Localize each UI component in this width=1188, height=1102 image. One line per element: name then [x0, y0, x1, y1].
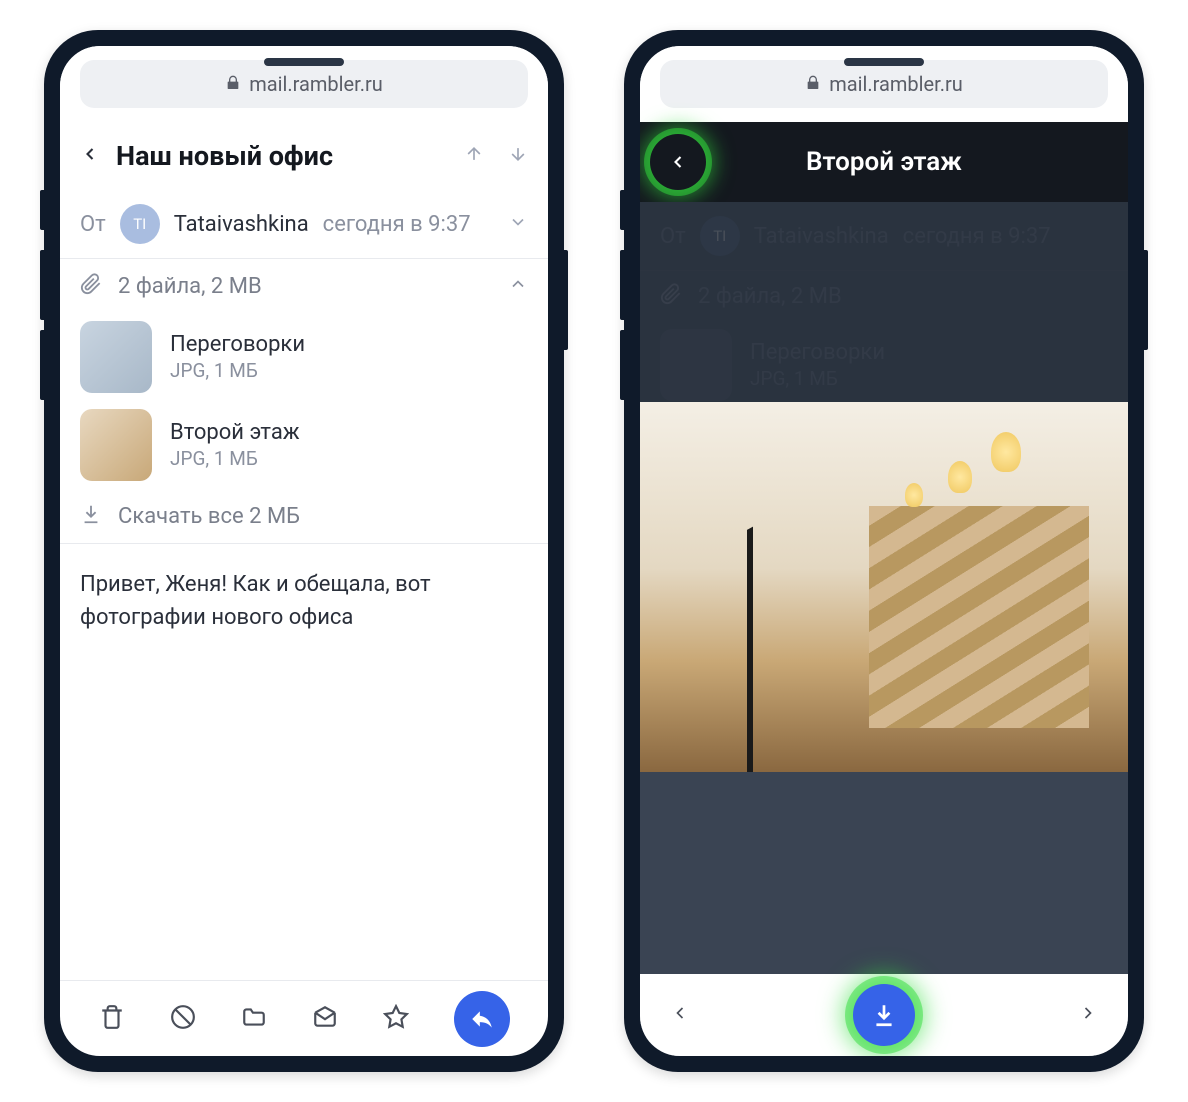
bottom-toolbar — [60, 980, 548, 1056]
reply-button[interactable] — [454, 991, 510, 1047]
url-text: mail.rambler.ru — [829, 72, 963, 96]
lock-icon — [805, 72, 821, 96]
viewer-title: Второй этаж — [806, 147, 962, 177]
lock-icon — [225, 72, 241, 96]
paperclip-icon — [80, 273, 102, 299]
viewed-image[interactable] — [640, 402, 1128, 772]
viewer-header: Второй этаж — [640, 122, 1128, 202]
url-pill: mail.rambler.ru — [660, 60, 1108, 108]
expand-sender-icon[interactable] — [508, 212, 528, 236]
download-all-label: Скачать все 2 МБ — [118, 504, 300, 529]
screen-email: mail.rambler.ru Наш новый офис От TI Tat… — [60, 46, 548, 1056]
back-button[interactable] — [80, 144, 100, 168]
attachments-summary: 2 файла, 2 MB — [118, 274, 492, 299]
star-button[interactable] — [383, 1004, 409, 1034]
attachment-meta: JPG, 1 МБ — [170, 359, 305, 382]
browser-url-bar[interactable]: mail.rambler.ru — [640, 46, 1128, 122]
sender-row[interactable]: От TI Tataivashkina сегодня в 9:37 — [60, 190, 548, 259]
prev-image-button[interactable] — [670, 1003, 690, 1027]
nav-arrows — [464, 144, 528, 168]
next-image-button[interactable] — [1078, 1003, 1098, 1027]
email-body: Привет, Женя! Как и обещала, вот фотогра… — [60, 544, 548, 980]
prev-email-button[interactable] — [464, 144, 484, 168]
phone-frame-right: mail.rambler.ru Второй этаж От TI Tataiv… — [624, 30, 1144, 1072]
download-image-button[interactable] — [853, 984, 915, 1046]
url-text: mail.rambler.ru — [249, 72, 383, 96]
download-icon — [80, 503, 102, 529]
attachment-name: Второй этаж — [170, 420, 300, 445]
attachment-thumbnail — [80, 321, 152, 393]
screen-viewer: mail.rambler.ru Второй этаж От TI Tataiv… — [640, 46, 1128, 1056]
email-subject: Наш новый офис — [116, 140, 448, 172]
attachment-name: Переговорки — [170, 332, 305, 357]
mark-read-button[interactable] — [312, 1004, 338, 1034]
download-all-button[interactable]: Скачать все 2 МБ — [60, 489, 548, 544]
phone-frame-left: mail.rambler.ru Наш новый офис От TI Tat… — [44, 30, 564, 1072]
collapse-attachments-icon[interactable] — [508, 274, 528, 298]
url-pill: mail.rambler.ru — [80, 60, 528, 108]
attachment-thumbnail — [80, 409, 152, 481]
next-email-button[interactable] — [508, 144, 528, 168]
viewer-back-button[interactable] — [650, 134, 706, 190]
email-header: Наш новый офис — [60, 122, 548, 190]
delete-button[interactable] — [99, 1004, 125, 1034]
from-label: От — [80, 212, 106, 237]
viewer-bottom-bar — [640, 974, 1128, 1056]
dimmed-background: От TI Tataivashkina сегодня в 9:37 2 фай… — [640, 202, 1128, 402]
attachment-meta: JPG, 1 МБ — [170, 447, 300, 470]
attachment-item[interactable]: Второй этаж JPG, 1 МБ — [60, 401, 548, 489]
attachment-item[interactable]: Переговорки JPG, 1 МБ — [60, 313, 548, 401]
sender-time: сегодня в 9:37 — [323, 212, 494, 237]
avatar: TI — [120, 204, 160, 244]
block-button[interactable] — [170, 1004, 196, 1034]
sender-name: Tataivashkina — [174, 212, 309, 237]
browser-url-bar[interactable]: mail.rambler.ru — [60, 46, 548, 122]
folder-button[interactable] — [241, 1004, 267, 1034]
image-viewer: Второй этаж От TI Tataivashkina сегодня … — [640, 122, 1128, 1056]
attachments-row[interactable]: 2 файла, 2 MB — [60, 259, 548, 313]
